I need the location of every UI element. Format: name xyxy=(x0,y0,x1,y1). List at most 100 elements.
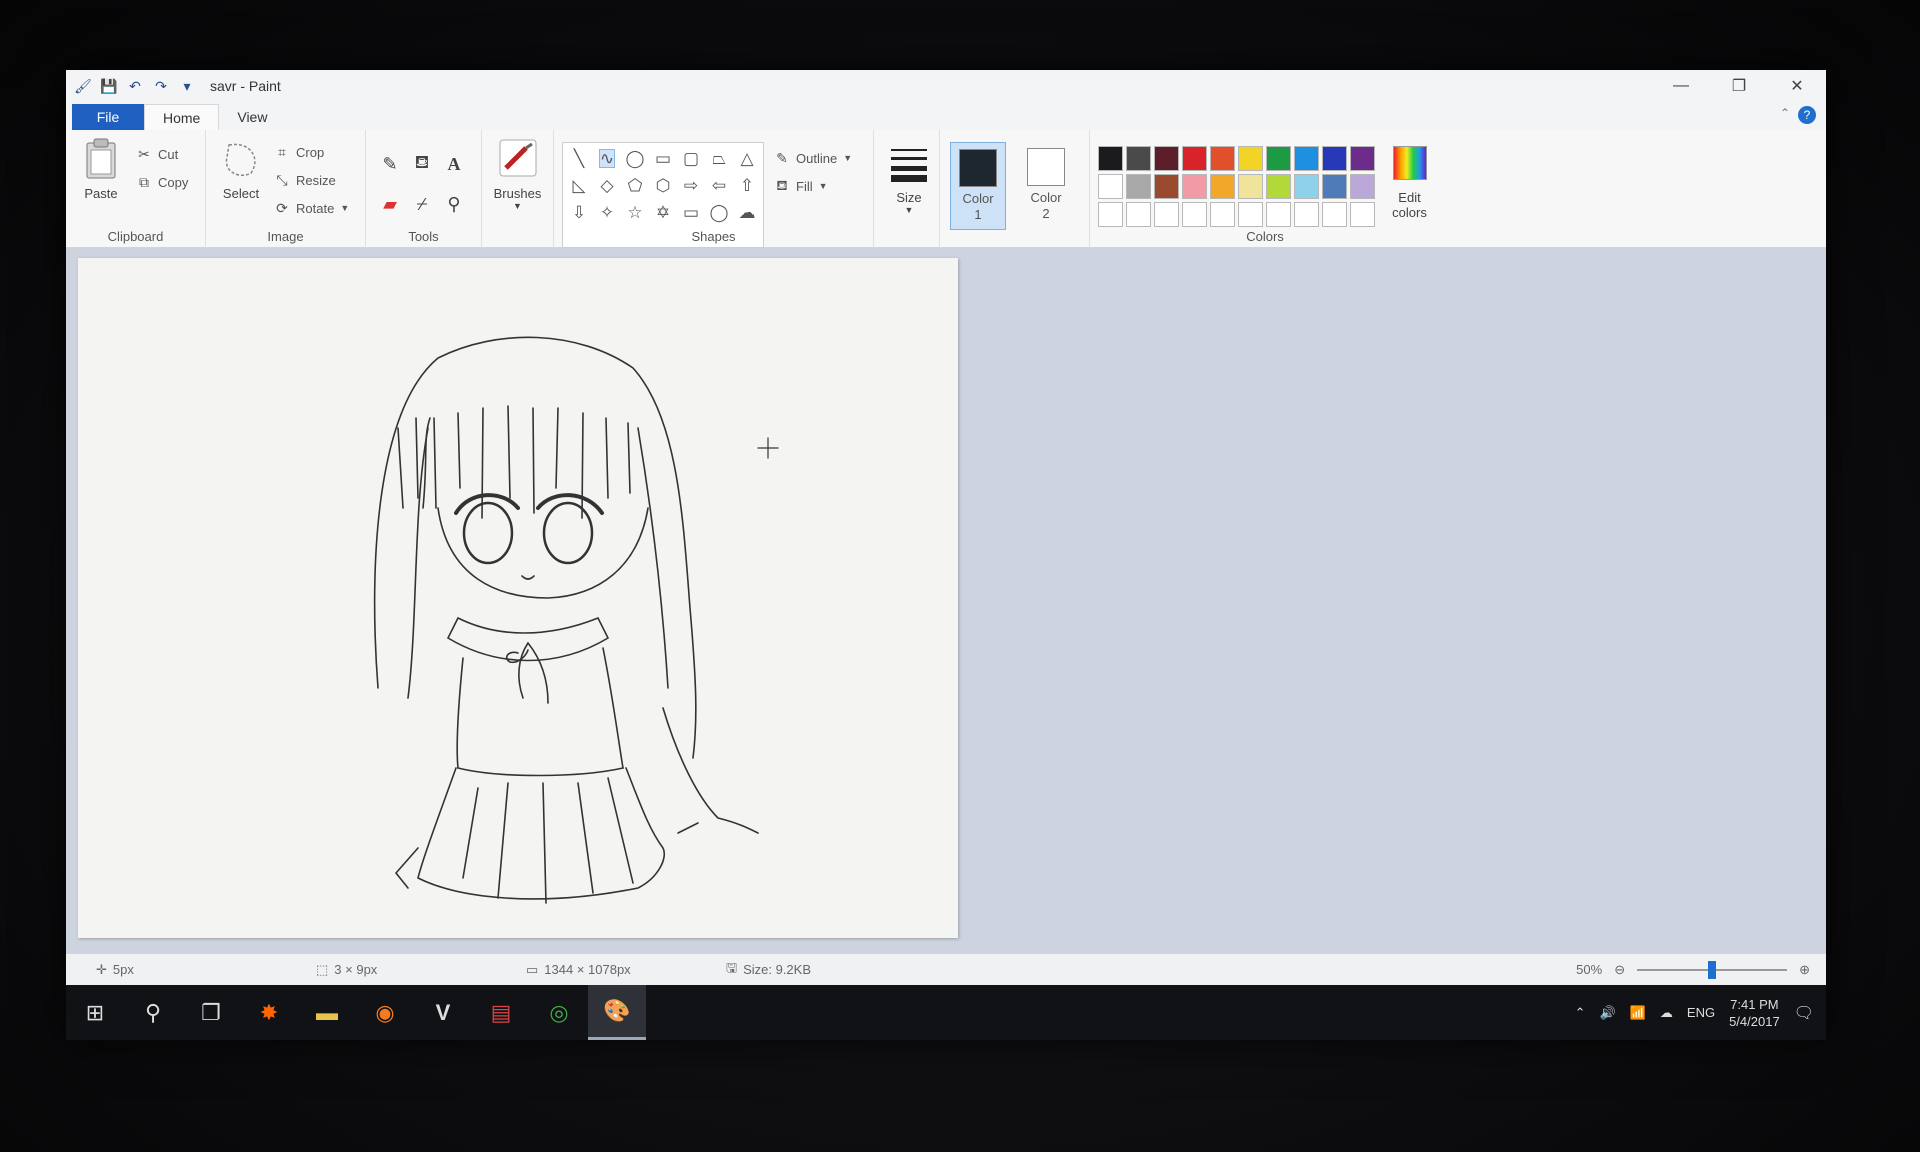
media-app-icon[interactable]: ▤ xyxy=(472,985,530,1040)
search-icon[interactable]: ⚲ xyxy=(124,985,182,1040)
palette-swatch[interactable] xyxy=(1350,174,1375,199)
volume-icon[interactable]: 🔊 xyxy=(1600,1005,1616,1021)
oval-shape-icon[interactable]: ◯ xyxy=(625,150,644,167)
fill-button[interactable]: ⛾ Fill ▼ xyxy=(774,172,852,200)
palette-swatch[interactable] xyxy=(1322,146,1347,171)
up-arrow-shape-icon[interactable]: ⇧ xyxy=(740,177,754,194)
palette-swatch[interactable] xyxy=(1294,174,1319,199)
clock[interactable]: 7:41 PM 5/4/2017 xyxy=(1729,996,1780,1030)
palette-swatch[interactable] xyxy=(1238,202,1263,227)
text-icon[interactable]: A xyxy=(448,154,461,175)
collapse-ribbon-icon[interactable]: ⌃ xyxy=(1780,106,1790,120)
zoom-out-button[interactable]: ⊖ xyxy=(1614,962,1625,978)
cut-button[interactable]: ✂ Cut xyxy=(136,140,188,168)
tab-view[interactable]: View xyxy=(219,104,285,130)
avast-app-icon[interactable]: ✸ xyxy=(240,985,298,1040)
palette-swatch[interactable] xyxy=(1210,146,1235,171)
palette-swatch[interactable] xyxy=(1238,146,1263,171)
palette-swatch[interactable] xyxy=(1350,202,1375,227)
chrome-icon[interactable]: ◎ xyxy=(530,985,588,1040)
palette-swatch[interactable] xyxy=(1182,146,1207,171)
palette-swatch[interactable] xyxy=(1126,146,1151,171)
palette-swatch[interactable] xyxy=(1294,146,1319,171)
close-button[interactable]: ✕ xyxy=(1768,70,1826,102)
zoom-slider-thumb[interactable] xyxy=(1708,960,1717,979)
palette-swatch[interactable] xyxy=(1154,174,1179,199)
curve-shape-icon[interactable]: ∿ xyxy=(598,149,616,168)
palette-swatch[interactable] xyxy=(1238,174,1263,199)
firefox-icon[interactable]: ◉ xyxy=(356,985,414,1040)
color-picker-icon[interactable]: ⌿ xyxy=(417,194,428,215)
task-view-icon[interactable]: ❐ xyxy=(182,985,240,1040)
save-icon[interactable]: 💾 xyxy=(100,77,118,95)
six-point-star-icon[interactable]: ✡ xyxy=(656,204,670,221)
action-center-icon[interactable]: 🗨 xyxy=(1794,1003,1814,1023)
palette-swatch[interactable] xyxy=(1182,202,1207,227)
undo-icon[interactable]: ↶ xyxy=(126,77,144,95)
oval-callout-icon[interactable]: ◯ xyxy=(709,204,728,221)
diamond-shape-icon[interactable]: ◇ xyxy=(600,177,613,194)
right-arrow-shape-icon[interactable]: ⇨ xyxy=(684,177,698,194)
language-indicator[interactable]: ENG xyxy=(1687,1005,1715,1020)
palette-swatch[interactable] xyxy=(1098,174,1123,199)
rect-callout-icon[interactable]: ▭ xyxy=(683,204,699,221)
palette-swatch[interactable] xyxy=(1154,146,1179,171)
start-button[interactable]: ⊞ xyxy=(66,985,124,1040)
palette-swatch[interactable] xyxy=(1126,174,1151,199)
palette-swatch[interactable] xyxy=(1322,174,1347,199)
help-icon[interactable]: ? xyxy=(1798,106,1816,124)
tab-home[interactable]: Home xyxy=(144,104,220,130)
file-explorer-icon[interactable]: ▬ xyxy=(298,985,356,1040)
brushes-group[interactable]: Brushes ▼ xyxy=(482,130,554,248)
four-point-star-icon[interactable]: ✧ xyxy=(600,204,614,221)
palette-swatch[interactable] xyxy=(1266,146,1291,171)
crop-button[interactable]: ⌗ Crop xyxy=(274,138,349,166)
cloud-callout-icon[interactable]: ☁ xyxy=(739,204,756,221)
hexagon-shape-icon[interactable]: ⬡ xyxy=(656,177,671,194)
palette-swatch[interactable] xyxy=(1266,202,1291,227)
left-arrow-shape-icon[interactable]: ⇦ xyxy=(712,177,726,194)
redo-icon[interactable]: ↷ xyxy=(152,77,170,95)
drawing-canvas[interactable] xyxy=(78,258,958,938)
rectangle-shape-icon[interactable]: ▭ xyxy=(655,150,671,167)
color2-button[interactable]: Color 2 xyxy=(1018,142,1074,230)
chevron-up-icon[interactable]: ⌃ xyxy=(1575,1005,1586,1021)
eraser-icon[interactable]: ▰ xyxy=(383,194,397,215)
palette-swatch[interactable] xyxy=(1322,202,1347,227)
palette-swatch[interactable] xyxy=(1154,202,1179,227)
fill-bucket-icon[interactable]: ⛾ xyxy=(415,152,430,176)
pentagon-shape-icon[interactable]: ⬠ xyxy=(628,177,643,194)
customize-icon[interactable]: ▾ xyxy=(178,77,196,95)
rounded-rectangle-shape-icon[interactable]: ▢ xyxy=(683,150,699,167)
onedrive-icon[interactable]: ☁ xyxy=(1660,1005,1673,1021)
right-triangle-shape-icon[interactable]: ◺ xyxy=(572,177,585,194)
line-shape-icon[interactable]: ╲ xyxy=(574,150,584,167)
paint-taskbar-icon[interactable]: 🎨 xyxy=(588,985,646,1040)
tab-file[interactable]: File xyxy=(72,104,144,130)
vectorian-app-icon[interactable]: V xyxy=(414,985,472,1040)
zoom-slider[interactable] xyxy=(1637,960,1788,979)
five-point-star-icon[interactable]: ☆ xyxy=(627,204,642,221)
outline-button[interactable]: ✎ Outline ▼ xyxy=(774,144,852,172)
palette-swatch[interactable] xyxy=(1210,202,1235,227)
magnifier-icon[interactable]: ⚲ xyxy=(447,194,460,215)
palette-swatch[interactable] xyxy=(1210,174,1235,199)
zoom-in-button[interactable]: ⊕ xyxy=(1799,962,1810,978)
polygon-shape-icon[interactable]: ⏢ xyxy=(712,150,726,167)
resize-button[interactable]: ⤡ Resize xyxy=(274,166,349,194)
palette-swatch[interactable] xyxy=(1098,202,1123,227)
minimize-button[interactable]: — xyxy=(1652,70,1710,102)
palette-swatch[interactable] xyxy=(1266,174,1291,199)
palette-swatch[interactable] xyxy=(1126,202,1151,227)
palette-swatch[interactable] xyxy=(1350,146,1375,171)
palette-swatch[interactable] xyxy=(1098,146,1123,171)
size-button[interactable]: Size ▼ xyxy=(874,130,940,248)
rotate-button[interactable]: ⟳ Rotate ▼ xyxy=(274,194,349,222)
pencil-icon[interactable]: ✎ xyxy=(382,154,397,175)
copy-button[interactable]: ⧉ Copy xyxy=(136,168,188,196)
color1-button[interactable]: Color 1 xyxy=(950,142,1006,230)
palette-swatch[interactable] xyxy=(1182,174,1207,199)
triangle-shape-icon[interactable]: △ xyxy=(740,150,753,167)
palette-swatch[interactable] xyxy=(1294,202,1319,227)
network-icon[interactable]: 📶 xyxy=(1630,1005,1646,1021)
